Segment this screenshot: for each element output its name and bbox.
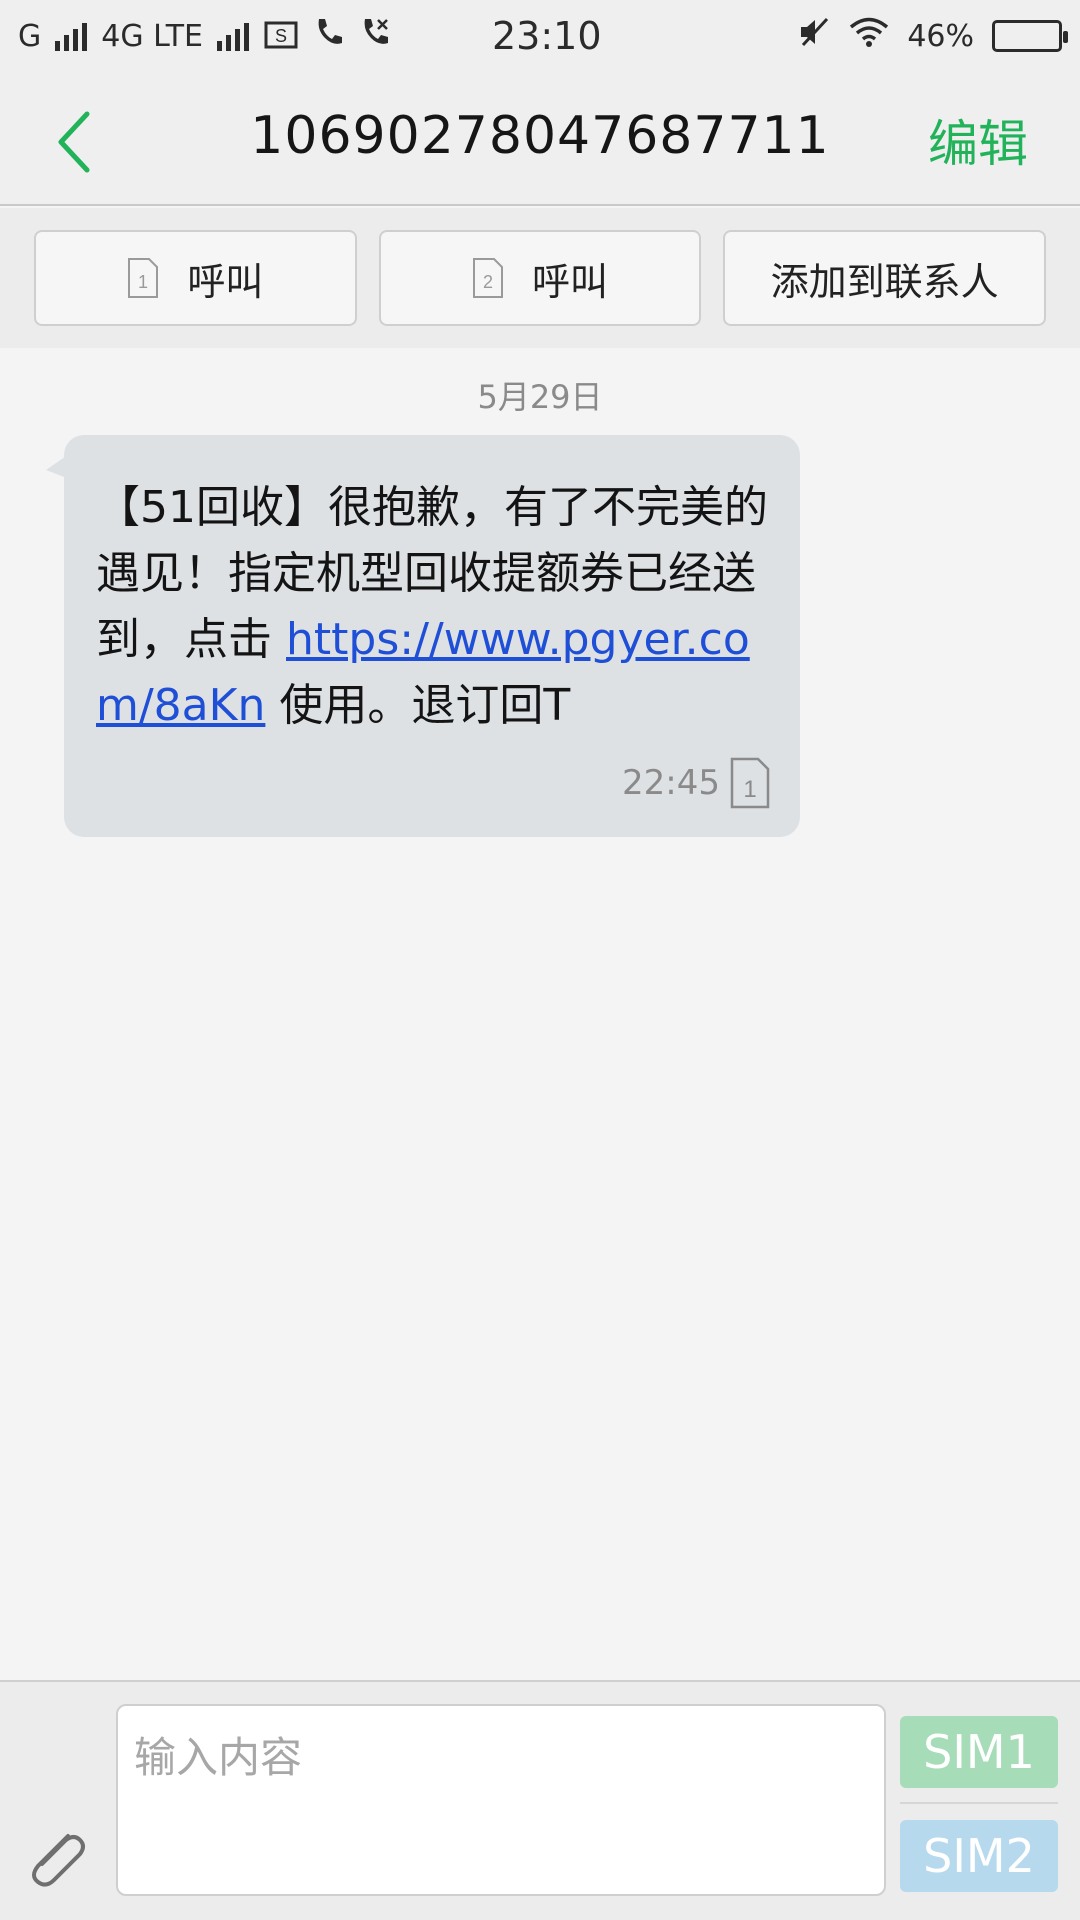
send-sim1-button[interactable]: SIM1 (900, 1716, 1058, 1788)
call-sim1-label: 呼叫 (187, 259, 264, 304)
status-left: G 4G LTE S (18, 16, 391, 56)
compose-bar: SIM1 SIM2 (0, 1680, 1080, 1920)
sim-divider (900, 1802, 1058, 1804)
message-text-after: 使用。退订回T (265, 680, 571, 731)
message-bubble[interactable]: 【51回收】很抱歉，有了不完美的遇见！指定机型回收提额券已经送到，点击 http… (64, 435, 800, 837)
svg-text:S: S (275, 26, 287, 46)
message-meta: 22:45 1 (96, 757, 770, 809)
page-title: 10690278047687711 (250, 106, 830, 166)
mute-icon (797, 15, 831, 57)
sim-card-icon: 1 (730, 757, 770, 809)
call-sim2-label: 呼叫 (532, 259, 609, 304)
message-time: 22:45 (622, 763, 720, 803)
status-bar: G 4G LTE S 23:10 46% (0, 0, 1080, 72)
sim2-number: 2 (483, 272, 493, 292)
screenshot-icon: S (263, 17, 299, 56)
signal-icon (55, 21, 88, 51)
attachment-button[interactable] (20, 1822, 90, 1892)
status-right: 46% (797, 15, 1068, 57)
battery-icon (992, 20, 1068, 52)
add-contact-label: 添加到联系人 (770, 259, 999, 304)
sim1-number: 1 (138, 272, 148, 292)
date-separator: 5月29日 (477, 378, 603, 416)
send-sim2-button[interactable]: SIM2 (900, 1820, 1058, 1892)
message-text: 【51回收】很抱歉，有了不完美的遇见！指定机型回收提额券已经送到，点击 http… (96, 475, 770, 739)
carrier2-label: 4G LTE (101, 18, 203, 54)
sim-card-icon: 1 (128, 258, 159, 298)
contact-actions: 1 呼叫 2 呼叫 添加到联系人 (0, 208, 1080, 348)
wifi-icon (849, 16, 889, 56)
call-icon (313, 16, 345, 56)
paperclip-icon (32, 1834, 85, 1887)
message-sim-number: 1 (743, 776, 756, 803)
status-time: 23:10 (492, 14, 602, 58)
add-contact-button[interactable]: 添加到联系人 (723, 230, 1047, 326)
call-icon (359, 16, 391, 56)
carrier1-label: G (18, 18, 42, 54)
call-sim2-button[interactable]: 2 呼叫 (378, 230, 702, 326)
battery-percent: 46% (907, 18, 974, 54)
sim-card-icon: 2 (473, 258, 503, 298)
edit-button[interactable]: 编辑 (928, 104, 1028, 176)
sms-conversation-screen: G 4G LTE S 23:10 46% 10690278047687711 编… (0, 0, 1080, 1920)
conversation-header: 10690278047687711 编辑 (0, 72, 1080, 206)
signal-icon (216, 21, 249, 51)
call-sim1-button[interactable]: 1 呼叫 (34, 230, 357, 326)
message-input[interactable] (116, 1704, 886, 1896)
